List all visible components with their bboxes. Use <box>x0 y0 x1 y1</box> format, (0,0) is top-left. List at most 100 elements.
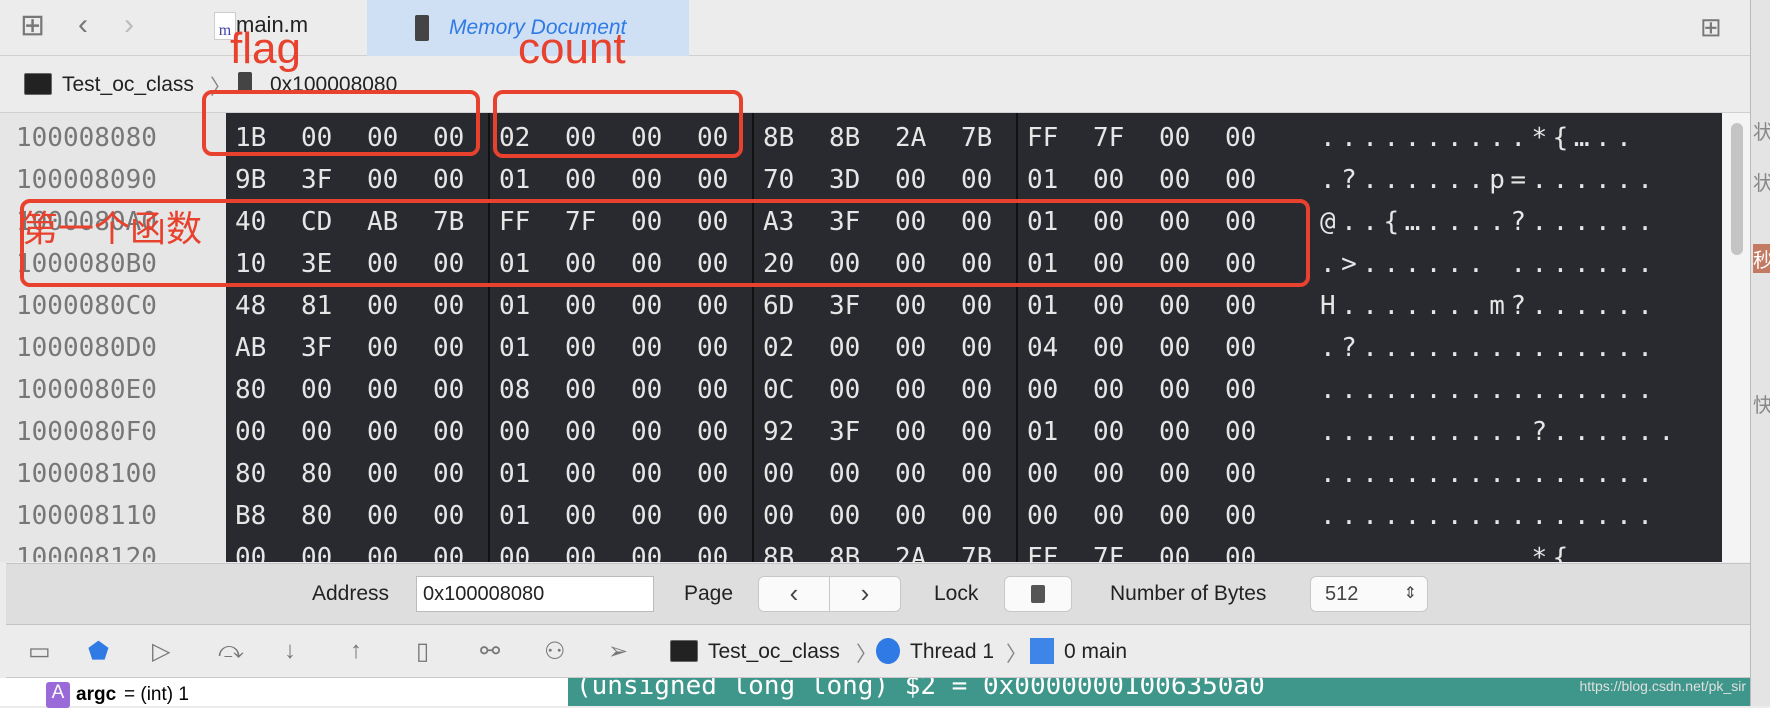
memory-byte[interactable]: 00 <box>433 537 499 562</box>
address-input[interactable]: 0x100008080 <box>416 576 654 612</box>
memory-byte[interactable]: 00 <box>1159 411 1225 454</box>
memory-byte[interactable]: 01 <box>499 285 565 328</box>
memory-byte[interactable]: 00 <box>829 327 895 370</box>
memory-byte[interactable]: 00 <box>1159 159 1225 202</box>
memory-graph-icon[interactable]: ⚯ <box>480 637 500 666</box>
memory-grid[interactable]: 100008080 1B 00 00 00 02 00 00 00 8B 8B 2A 7B FF 7F 00 0… <box>0 113 1750 562</box>
memory-byte[interactable]: 00 <box>367 453 433 496</box>
memory-byte[interactable]: 00 <box>961 411 1027 454</box>
memory-byte[interactable]: 8B <box>829 117 895 160</box>
memory-byte[interactable]: 01 <box>1027 159 1093 202</box>
memory-byte[interactable]: 00 <box>367 285 433 328</box>
memory-byte[interactable]: 00 <box>895 327 961 370</box>
memory-byte[interactable]: 00 <box>367 369 433 412</box>
memory-byte[interactable]: 6D <box>763 285 829 328</box>
environment-overrides-icon[interactable]: ⚇ <box>544 637 566 666</box>
memory-byte[interactable]: 00 <box>631 327 697 370</box>
memory-byte[interactable]: 01 <box>499 495 565 538</box>
memory-byte[interactable]: 00 <box>1093 159 1159 202</box>
process-name[interactable]: Test_oc_class <box>708 640 840 664</box>
memory-byte[interactable]: 0C <box>763 369 829 412</box>
memory-byte[interactable]: 00 <box>433 285 499 328</box>
memory-byte[interactable]: 7B <box>961 117 1027 160</box>
memory-byte[interactable]: 00 <box>433 411 499 454</box>
memory-byte[interactable]: 00 <box>1093 411 1159 454</box>
memory-byte[interactable]: 9B <box>235 159 301 202</box>
memory-byte[interactable]: 00 <box>631 285 697 328</box>
memory-byte[interactable]: 2A <box>895 117 961 160</box>
memory-byte[interactable]: 00 <box>631 537 697 562</box>
memory-byte[interactable]: 00 <box>1093 453 1159 496</box>
memory-byte[interactable]: 00 <box>961 369 1027 412</box>
memory-byte[interactable]: 00 <box>1225 285 1291 328</box>
memory-byte[interactable]: 00 <box>697 369 763 412</box>
memory-byte[interactable]: 00 <box>1027 453 1093 496</box>
memory-byte[interactable]: 01 <box>1027 285 1093 328</box>
memory-byte[interactable]: 00 <box>697 411 763 454</box>
memory-byte[interactable]: 01 <box>499 159 565 202</box>
memory-byte[interactable]: 00 <box>961 495 1027 538</box>
number-of-bytes-select[interactable]: 512 ⇕ <box>1310 576 1428 612</box>
memory-byte[interactable]: 00 <box>961 159 1027 202</box>
view-hierarchy-icon[interactable]: ▯ <box>416 637 429 666</box>
memory-byte[interactable]: 00 <box>895 369 961 412</box>
memory-byte[interactable]: 00 <box>1159 537 1225 562</box>
memory-byte[interactable]: B8 <box>235 495 301 538</box>
memory-byte[interactable]: 00 <box>697 495 763 538</box>
scrollbar-thumb[interactable] <box>1731 123 1743 255</box>
memory-byte[interactable]: 00 <box>565 453 631 496</box>
memory-byte[interactable]: 8B <box>763 117 829 160</box>
memory-byte[interactable]: 00 <box>697 453 763 496</box>
memory-byte[interactable]: 00 <box>433 369 499 412</box>
memory-byte[interactable]: 7B <box>961 537 1027 562</box>
memory-byte[interactable]: 00 <box>1225 411 1291 454</box>
memory-byte[interactable]: 3D <box>829 159 895 202</box>
memory-byte[interactable]: 00 <box>301 369 367 412</box>
memory-byte[interactable]: 00 <box>565 285 631 328</box>
memory-byte[interactable]: 00 <box>829 495 895 538</box>
memory-byte[interactable]: 00 <box>367 159 433 202</box>
memory-byte[interactable]: 01 <box>499 453 565 496</box>
memory-byte[interactable]: 8B <box>763 537 829 562</box>
memory-byte[interactable]: FF <box>1027 117 1093 160</box>
add-editor-icon[interactable]: ⊞ <box>1700 12 1722 43</box>
memory-byte[interactable]: 00 <box>433 159 499 202</box>
grid-icon[interactable]: ⊞ <box>20 8 45 43</box>
memory-byte[interactable]: 00 <box>829 369 895 412</box>
memory-byte[interactable]: 00 <box>565 159 631 202</box>
memory-byte[interactable]: 00 <box>697 537 763 562</box>
memory-byte[interactable]: 3F <box>301 159 367 202</box>
memory-byte[interactable]: 00 <box>631 159 697 202</box>
memory-byte[interactable]: 01 <box>1027 411 1093 454</box>
memory-byte[interactable]: 00 <box>499 537 565 562</box>
memory-byte[interactable]: 8B <box>829 537 895 562</box>
next-page-button[interactable]: › <box>829 576 901 612</box>
memory-byte[interactable]: 7F <box>1093 117 1159 160</box>
breadcrumb-item-project[interactable]: Test_oc_class <box>62 73 194 97</box>
breakpoints-icon[interactable]: ⬟ <box>88 637 109 666</box>
lock-button[interactable] <box>1004 576 1072 612</box>
memory-byte[interactable]: 00 <box>697 327 763 370</box>
location-icon[interactable]: ➢ <box>608 637 628 666</box>
previous-page-button[interactable]: ‹ <box>758 576 830 612</box>
memory-byte[interactable]: 80 <box>235 453 301 496</box>
memory-byte[interactable]: 00 <box>763 495 829 538</box>
memory-byte[interactable]: 00 <box>499 411 565 454</box>
hide-debug-area-icon[interactable]: ▭ <box>28 637 51 666</box>
memory-byte[interactable]: 80 <box>235 369 301 412</box>
memory-byte[interactable]: 00 <box>1027 495 1093 538</box>
memory-byte[interactable]: 00 <box>367 327 433 370</box>
memory-byte[interactable]: 80 <box>301 453 367 496</box>
memory-byte[interactable]: 00 <box>1225 117 1291 160</box>
memory-byte[interactable]: AB <box>235 327 301 370</box>
memory-byte[interactable]: 00 <box>565 537 631 562</box>
memory-byte[interactable]: 00 <box>367 411 433 454</box>
memory-byte[interactable]: 00 <box>1225 369 1291 412</box>
memory-byte[interactable]: 00 <box>1159 117 1225 160</box>
memory-byte[interactable]: 00 <box>565 369 631 412</box>
memory-byte[interactable]: 00 <box>961 285 1027 328</box>
memory-byte[interactable]: 00 <box>895 453 961 496</box>
memory-byte[interactable]: 00 <box>565 327 631 370</box>
memory-byte[interactable]: 00 <box>1027 369 1093 412</box>
memory-byte[interactable]: 00 <box>961 327 1027 370</box>
